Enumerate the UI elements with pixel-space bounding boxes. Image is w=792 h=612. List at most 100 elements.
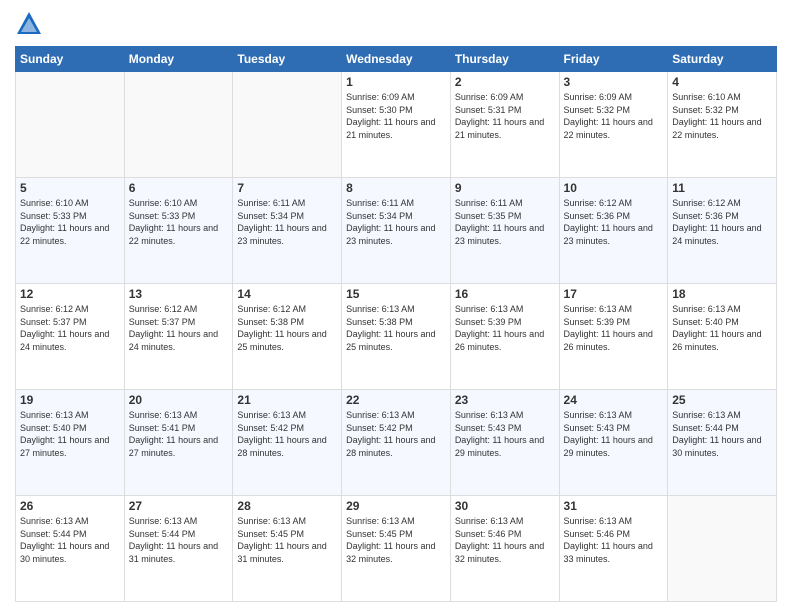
calendar-cell: [668, 496, 777, 602]
day-number: 7: [237, 181, 337, 195]
day-number: 11: [672, 181, 772, 195]
week-row-4: 26 Sunrise: 6:13 AM Sunset: 5:44 PM Dayli…: [16, 496, 777, 602]
calendar-cell: 3 Sunrise: 6:09 AM Sunset: 5:32 PM Daylig…: [559, 72, 668, 178]
calendar-cell: 24Sunrise: 6:13 AM Sunset: 5:43 PM Dayli…: [559, 390, 668, 496]
calendar-cell: 11 Sunrise: 6:12 AM Sunset: 5:36 PM Dayli…: [668, 178, 777, 284]
day-number: 21: [237, 393, 337, 407]
calendar-cell: 10 Sunrise: 6:12 AM Sunset: 5:36 PM Dayli…: [559, 178, 668, 284]
calendar-cell: 1 Sunrise: 6:09 AM Sunset: 5:30 PM Daylig…: [342, 72, 451, 178]
calendar-cell: 18Sunrise: 6:13 AM Sunset: 5:40 PM Dayli…: [668, 284, 777, 390]
week-row-0: 1 Sunrise: 6:09 AM Sunset: 5:30 PM Daylig…: [16, 72, 777, 178]
day-number: 28: [237, 499, 337, 513]
day-info: Sunrise: 6:13 AM Sunset: 5:46 PM Dayligh…: [564, 515, 664, 565]
logo-icon: [15, 10, 43, 38]
day-header-tuesday: Tuesday: [233, 47, 342, 72]
day-info: Sunrise: 6:11 AM Sunset: 5:34 PM Dayligh…: [346, 197, 446, 247]
day-info: Sunrise: 6:13 AM Sunset: 5:40 PM Dayligh…: [20, 409, 120, 459]
calendar-cell: 14 Sunrise: 6:12 AM Sunset: 5:38 PM Dayli…: [233, 284, 342, 390]
day-number: 26: [20, 499, 120, 513]
day-info: Sunrise: 6:13 AM Sunset: 5:44 PM Dayligh…: [672, 409, 772, 459]
calendar: SundayMondayTuesdayWednesdayThursdayFrid…: [15, 46, 777, 602]
day-info: Sunrise: 6:12 AM Sunset: 5:36 PM Dayligh…: [672, 197, 772, 247]
day-number: 23: [455, 393, 555, 407]
day-header-monday: Monday: [124, 47, 233, 72]
day-number: 4: [672, 75, 772, 89]
calendar-cell: [16, 72, 125, 178]
calendar-cell: [124, 72, 233, 178]
day-info: Sunrise: 6:13 AM Sunset: 5:38 PM Dayligh…: [346, 303, 446, 353]
day-header-friday: Friday: [559, 47, 668, 72]
day-info: Sunrise: 6:13 AM Sunset: 5:43 PM Dayligh…: [455, 409, 555, 459]
day-number: 15: [346, 287, 446, 301]
calendar-cell: 4 Sunrise: 6:10 AM Sunset: 5:32 PM Daylig…: [668, 72, 777, 178]
day-number: 18: [672, 287, 772, 301]
day-number: 13: [129, 287, 229, 301]
logo: [15, 10, 47, 38]
day-info: Sunrise: 6:13 AM Sunset: 5:39 PM Dayligh…: [564, 303, 664, 353]
day-info: Sunrise: 6:13 AM Sunset: 5:41 PM Dayligh…: [129, 409, 229, 459]
day-info: Sunrise: 6:09 AM Sunset: 5:32 PM Dayligh…: [564, 91, 664, 141]
day-number: 10: [564, 181, 664, 195]
calendar-cell: 9 Sunrise: 6:11 AM Sunset: 5:35 PM Daylig…: [450, 178, 559, 284]
day-info: Sunrise: 6:13 AM Sunset: 5:45 PM Dayligh…: [346, 515, 446, 565]
day-info: Sunrise: 6:13 AM Sunset: 5:46 PM Dayligh…: [455, 515, 555, 565]
calendar-cell: 20 Sunrise: 6:13 AM Sunset: 5:41 PM Dayli…: [124, 390, 233, 496]
calendar-cell: 8 Sunrise: 6:11 AM Sunset: 5:34 PM Daylig…: [342, 178, 451, 284]
day-info: Sunrise: 6:12 AM Sunset: 5:37 PM Dayligh…: [129, 303, 229, 353]
calendar-cell: 12Sunrise: 6:12 AM Sunset: 5:37 PM Dayli…: [16, 284, 125, 390]
calendar-cell: [233, 72, 342, 178]
calendar-cell: 29Sunrise: 6:13 AM Sunset: 5:45 PM Dayli…: [342, 496, 451, 602]
day-info: Sunrise: 6:10 AM Sunset: 5:33 PM Dayligh…: [20, 197, 120, 247]
calendar-cell: 6 Sunrise: 6:10 AM Sunset: 5:33 PM Daylig…: [124, 178, 233, 284]
week-row-3: 19 Sunrise: 6:13 AM Sunset: 5:40 PM Dayli…: [16, 390, 777, 496]
day-info: Sunrise: 6:13 AM Sunset: 5:42 PM Dayligh…: [237, 409, 337, 459]
day-info: Sunrise: 6:12 AM Sunset: 5:37 PM Dayligh…: [20, 303, 120, 353]
day-info: Sunrise: 6:11 AM Sunset: 5:35 PM Dayligh…: [455, 197, 555, 247]
calendar-cell: 21 Sunrise: 6:13 AM Sunset: 5:42 PM Dayli…: [233, 390, 342, 496]
week-row-1: 5Sunrise: 6:10 AM Sunset: 5:33 PM Daylig…: [16, 178, 777, 284]
day-number: 19: [20, 393, 120, 407]
day-info: Sunrise: 6:13 AM Sunset: 5:44 PM Dayligh…: [129, 515, 229, 565]
day-number: 6: [129, 181, 229, 195]
day-header-thursday: Thursday: [450, 47, 559, 72]
calendar-cell: 26 Sunrise: 6:13 AM Sunset: 5:44 PM Dayli…: [16, 496, 125, 602]
day-header-sunday: Sunday: [16, 47, 125, 72]
day-number: 2: [455, 75, 555, 89]
calendar-cell: 16Sunrise: 6:13 AM Sunset: 5:39 PM Dayli…: [450, 284, 559, 390]
day-info: Sunrise: 6:10 AM Sunset: 5:32 PM Dayligh…: [672, 91, 772, 141]
day-info: Sunrise: 6:10 AM Sunset: 5:33 PM Dayligh…: [129, 197, 229, 247]
calendar-cell: 13 Sunrise: 6:12 AM Sunset: 5:37 PM Dayli…: [124, 284, 233, 390]
day-number: 22: [346, 393, 446, 407]
day-number: 14: [237, 287, 337, 301]
day-info: Sunrise: 6:12 AM Sunset: 5:38 PM Dayligh…: [237, 303, 337, 353]
day-number: 25: [672, 393, 772, 407]
day-info: Sunrise: 6:13 AM Sunset: 5:44 PM Dayligh…: [20, 515, 120, 565]
calendar-cell: 7 Sunrise: 6:11 AM Sunset: 5:34 PM Daylig…: [233, 178, 342, 284]
day-number: 1: [346, 75, 446, 89]
calendar-cell: 28 Sunrise: 6:13 AM Sunset: 5:45 PM Dayli…: [233, 496, 342, 602]
day-number: 20: [129, 393, 229, 407]
day-info: Sunrise: 6:13 AM Sunset: 5:39 PM Dayligh…: [455, 303, 555, 353]
day-info: Sunrise: 6:09 AM Sunset: 5:31 PM Dayligh…: [455, 91, 555, 141]
calendar-cell: 5Sunrise: 6:10 AM Sunset: 5:33 PM Daylig…: [16, 178, 125, 284]
day-header-saturday: Saturday: [668, 47, 777, 72]
day-number: 27: [129, 499, 229, 513]
day-number: 8: [346, 181, 446, 195]
day-info: Sunrise: 6:12 AM Sunset: 5:36 PM Dayligh…: [564, 197, 664, 247]
day-info: Sunrise: 6:13 AM Sunset: 5:45 PM Dayligh…: [237, 515, 337, 565]
day-number: 31: [564, 499, 664, 513]
day-info: Sunrise: 6:13 AM Sunset: 5:43 PM Dayligh…: [564, 409, 664, 459]
day-info: Sunrise: 6:13 AM Sunset: 5:42 PM Dayligh…: [346, 409, 446, 459]
calendar-cell: 15 Sunrise: 6:13 AM Sunset: 5:38 PM Dayli…: [342, 284, 451, 390]
header-row: SundayMondayTuesdayWednesdayThursdayFrid…: [16, 47, 777, 72]
day-info: Sunrise: 6:09 AM Sunset: 5:30 PM Dayligh…: [346, 91, 446, 141]
calendar-cell: 23 Sunrise: 6:13 AM Sunset: 5:43 PM Dayli…: [450, 390, 559, 496]
week-row-2: 12Sunrise: 6:12 AM Sunset: 5:37 PM Dayli…: [16, 284, 777, 390]
day-info: Sunrise: 6:11 AM Sunset: 5:34 PM Dayligh…: [237, 197, 337, 247]
calendar-cell: 30Sunrise: 6:13 AM Sunset: 5:46 PM Dayli…: [450, 496, 559, 602]
day-number: 3: [564, 75, 664, 89]
calendar-cell: 17 Sunrise: 6:13 AM Sunset: 5:39 PM Dayli…: [559, 284, 668, 390]
calendar-cell: 25 Sunrise: 6:13 AM Sunset: 5:44 PM Dayli…: [668, 390, 777, 496]
day-number: 9: [455, 181, 555, 195]
day-number: 17: [564, 287, 664, 301]
